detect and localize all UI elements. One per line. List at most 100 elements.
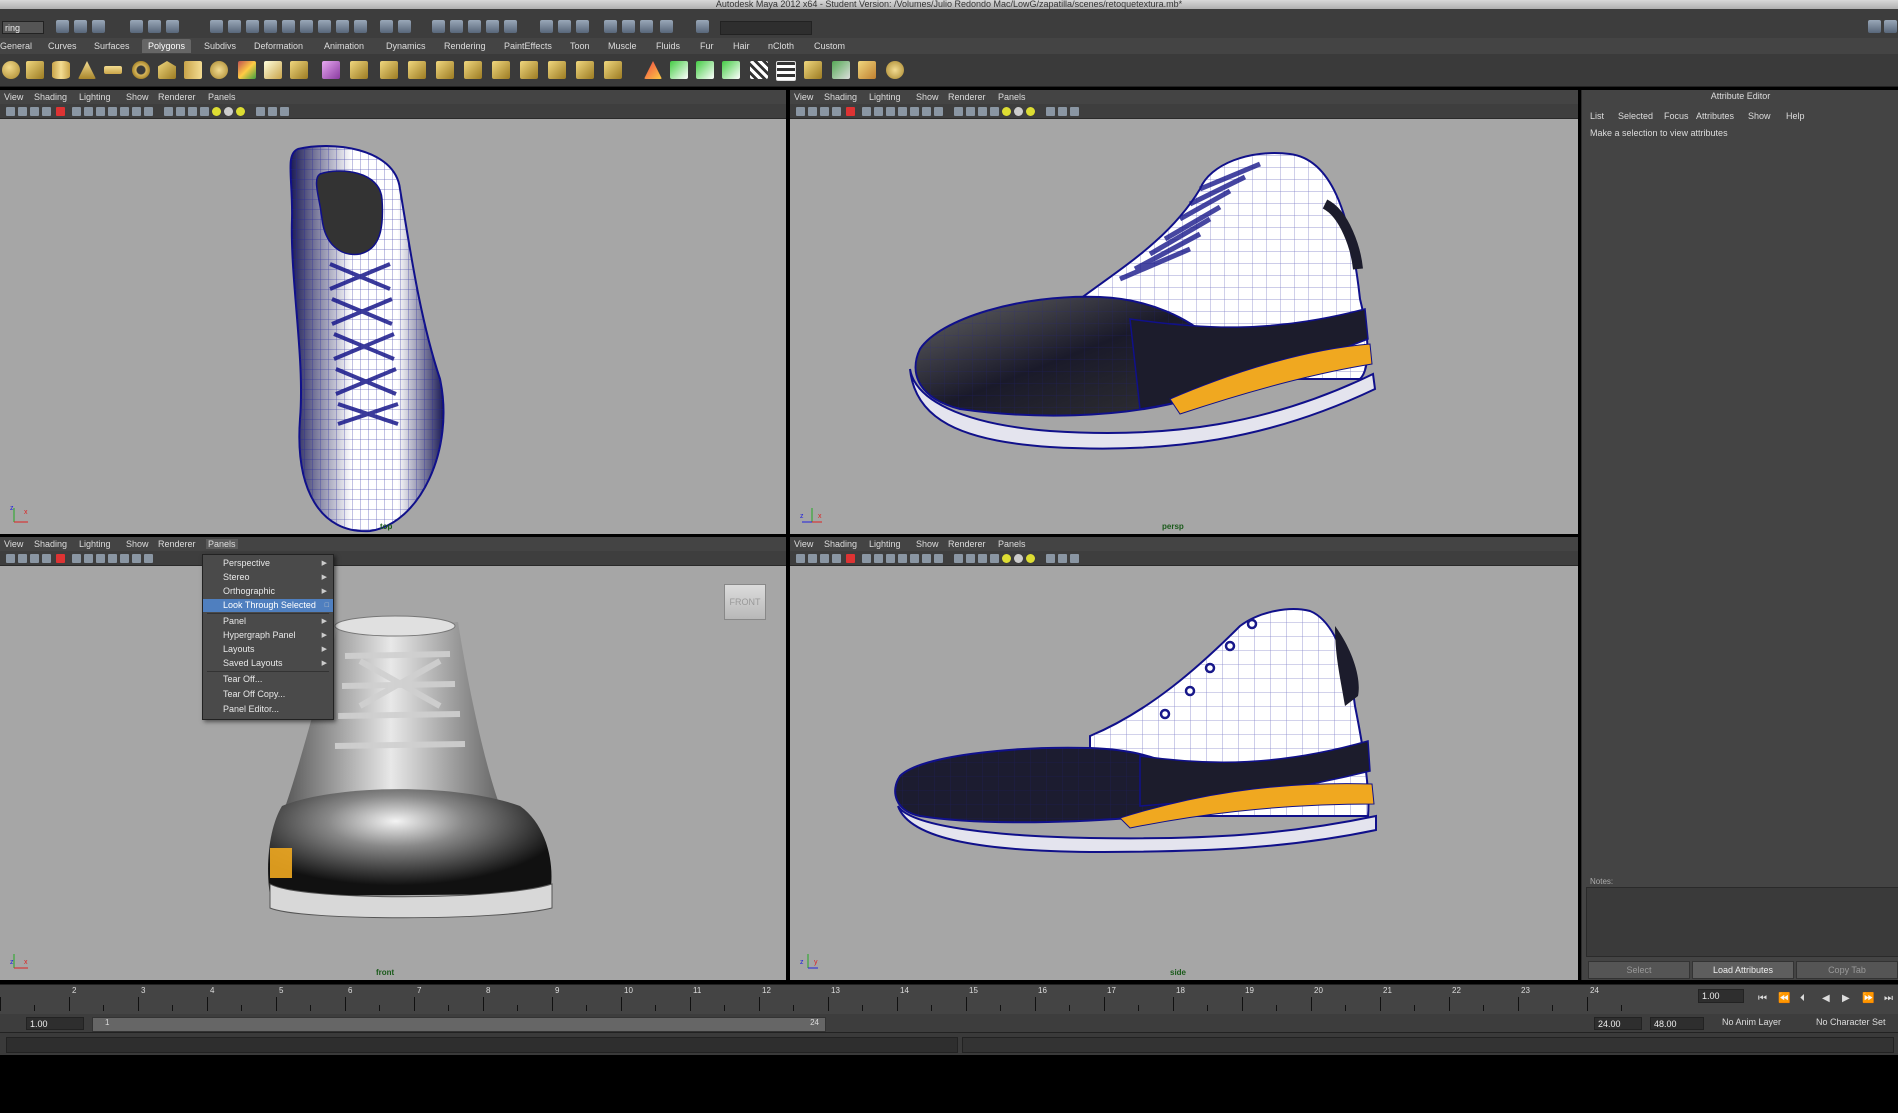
resolution-gate-icon[interactable] bbox=[96, 107, 105, 116]
shelf-tab-general[interactable]: General bbox=[0, 39, 32, 53]
image-plane-icon[interactable] bbox=[42, 107, 51, 116]
play-backwards-icon[interactable]: ◀ bbox=[1822, 993, 1830, 1004]
select-hierarchy-icon[interactable] bbox=[130, 20, 143, 33]
xray-icon[interactable] bbox=[1058, 554, 1067, 563]
resolution-gate-icon[interactable] bbox=[886, 554, 895, 563]
smooth-shade-icon[interactable] bbox=[176, 107, 185, 116]
menu-item-panel-editor[interactable]: Panel Editor... bbox=[203, 703, 333, 716]
gate-mask-icon[interactable] bbox=[108, 107, 117, 116]
ipr-render-icon[interactable] bbox=[622, 20, 635, 33]
menu-item-perspective[interactable]: Perspective ▶ bbox=[203, 557, 333, 570]
viewport-side-canvas[interactable]: zy side bbox=[790, 566, 1578, 980]
ae-menu-show[interactable]: Show bbox=[1748, 111, 1771, 121]
menu-shading[interactable]: Shading bbox=[34, 539, 67, 549]
range-bar[interactable]: 1 24 bbox=[92, 1017, 826, 1032]
camera-attributes-icon[interactable] bbox=[808, 107, 817, 116]
lights-icon[interactable] bbox=[212, 107, 221, 116]
ae-menu-focus[interactable]: Focus bbox=[1664, 111, 1689, 121]
ae-menu-help[interactable]: Help bbox=[1786, 111, 1805, 121]
select-surface-icon[interactable] bbox=[264, 20, 277, 33]
shelf-tab-animation[interactable]: Animation bbox=[324, 39, 364, 53]
uv-planar-icon[interactable] bbox=[696, 61, 714, 79]
sculpt-icon[interactable] bbox=[644, 61, 662, 79]
lights-icon[interactable] bbox=[1002, 107, 1011, 116]
resolution-gate-icon[interactable] bbox=[886, 107, 895, 116]
menu-panels[interactable]: Panels bbox=[998, 92, 1026, 102]
grid-icon[interactable] bbox=[72, 554, 81, 563]
shelf-tab-toon[interactable]: Toon bbox=[570, 39, 590, 53]
animation-end-field[interactable]: 48.00 bbox=[1650, 1017, 1704, 1030]
bookmark-icon[interactable] bbox=[30, 107, 39, 116]
ae-menu-attributes[interactable]: Attributes bbox=[1696, 111, 1734, 121]
shelf-tab-deformation[interactable]: Deformation bbox=[254, 39, 303, 53]
menu-shading[interactable]: Shading bbox=[824, 92, 857, 102]
safe-action-icon[interactable] bbox=[922, 107, 931, 116]
viewport-persp-canvas[interactable]: zx persp bbox=[790, 119, 1578, 534]
lock-selection-icon[interactable] bbox=[380, 20, 393, 33]
field-chart-icon[interactable] bbox=[120, 107, 129, 116]
poly-helix-icon[interactable] bbox=[210, 61, 228, 79]
wireframe-on-shaded-icon[interactable] bbox=[978, 554, 987, 563]
poly-sphere-icon[interactable] bbox=[2, 61, 20, 79]
delete-edge-icon[interactable] bbox=[604, 61, 622, 79]
camera-select-icon[interactable] bbox=[6, 554, 15, 563]
merge-icon[interactable] bbox=[548, 61, 566, 79]
render-frame-icon[interactable] bbox=[604, 20, 617, 33]
grid-icon[interactable] bbox=[72, 107, 81, 116]
select-deformation-icon[interactable] bbox=[282, 20, 295, 33]
collapse-icon[interactable] bbox=[576, 61, 594, 79]
anim-layer-select[interactable]: No Anim Layer bbox=[1722, 1017, 1781, 1027]
menu-item-stereo[interactable]: Stereo ▶ bbox=[203, 571, 333, 584]
ae-menu-list[interactable]: List bbox=[1590, 111, 1604, 121]
field-chart-icon[interactable] bbox=[120, 554, 129, 563]
isolate-select-icon[interactable] bbox=[1046, 554, 1055, 563]
shelf-tab-rendering[interactable]: Rendering bbox=[444, 39, 486, 53]
menu-show[interactable]: Show bbox=[916, 539, 939, 549]
shelf-tab-fluids[interactable]: Fluids bbox=[656, 39, 680, 53]
poly-cube-icon[interactable] bbox=[26, 61, 44, 79]
bridge-icon[interactable] bbox=[380, 61, 398, 79]
wireframe-icon[interactable] bbox=[954, 107, 963, 116]
grid-icon[interactable] bbox=[862, 107, 871, 116]
input-line-icon[interactable] bbox=[696, 20, 709, 33]
snap-point-icon[interactable] bbox=[468, 20, 481, 33]
ambient-occlusion-icon[interactable] bbox=[1026, 107, 1035, 116]
safe-action-icon[interactable] bbox=[132, 107, 141, 116]
uv-editor-icon[interactable] bbox=[670, 61, 688, 79]
checker-icon[interactable] bbox=[776, 61, 796, 81]
gate-mask-icon[interactable] bbox=[898, 107, 907, 116]
unfold-icon[interactable] bbox=[804, 61, 822, 79]
menu-view[interactable]: View bbox=[794, 92, 813, 102]
menu-lighting[interactable]: Lighting bbox=[869, 539, 901, 549]
current-frame-field[interactable]: 1.00 bbox=[1698, 989, 1744, 1003]
field-chart-icon[interactable] bbox=[910, 554, 919, 563]
input-ops-icon[interactable] bbox=[540, 20, 553, 33]
film-gate-icon[interactable] bbox=[84, 554, 93, 563]
menu-show[interactable]: Show bbox=[126, 539, 149, 549]
safe-action-icon[interactable] bbox=[922, 554, 931, 563]
select-object-icon[interactable] bbox=[148, 20, 161, 33]
ambient-occlusion-icon[interactable] bbox=[236, 107, 245, 116]
wireframe-icon[interactable] bbox=[164, 107, 173, 116]
bookmark-icon[interactable] bbox=[30, 554, 39, 563]
field-chart-icon[interactable] bbox=[910, 107, 919, 116]
menu-item-tear-off-copy[interactable]: Tear Off Copy... bbox=[203, 688, 333, 701]
extract-icon[interactable] bbox=[290, 61, 308, 79]
snap-curve-icon[interactable] bbox=[450, 20, 463, 33]
camera-attributes-icon[interactable] bbox=[18, 554, 27, 563]
isolate-select-icon[interactable] bbox=[1046, 107, 1055, 116]
sew-uv-icon[interactable] bbox=[886, 61, 904, 79]
open-scene-icon[interactable] bbox=[74, 20, 87, 33]
menu-renderer[interactable]: Renderer bbox=[158, 539, 196, 549]
shelf-tab-curves[interactable]: Curves bbox=[48, 39, 77, 53]
play-forwards-icon[interactable]: ▶ bbox=[1842, 993, 1850, 1004]
grid-icon[interactable] bbox=[862, 554, 871, 563]
safe-title-icon[interactable] bbox=[144, 107, 153, 116]
playback-end-field[interactable]: 24.00 bbox=[1594, 1017, 1642, 1030]
toggle-attribute-editor-icon[interactable] bbox=[1868, 20, 1881, 33]
safe-action-icon[interactable] bbox=[132, 554, 141, 563]
go-to-end-icon[interactable]: ⏭ bbox=[1884, 993, 1893, 1004]
save-scene-icon[interactable] bbox=[92, 20, 105, 33]
combine-icon[interactable] bbox=[238, 61, 256, 79]
select-dynamic-icon[interactable] bbox=[300, 20, 313, 33]
